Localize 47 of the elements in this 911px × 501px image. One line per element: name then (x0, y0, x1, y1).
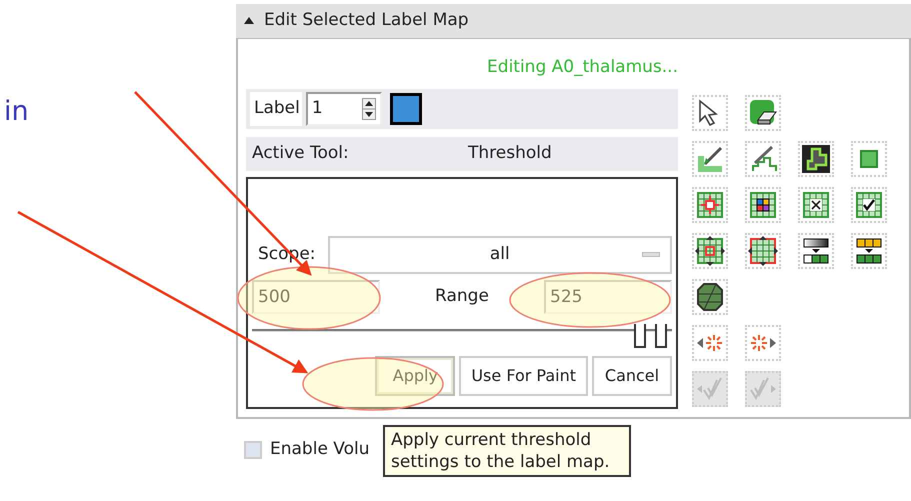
panel-title: Edit Selected Label Map (264, 9, 469, 32)
range-slider[interactable] (252, 324, 672, 348)
panel-header[interactable]: Edit Selected Label Map (236, 4, 911, 38)
color-swatch[interactable] (390, 93, 422, 125)
shape-outline-icon (801, 144, 831, 174)
label-caption: Label (250, 92, 302, 126)
color-grid-icon (748, 190, 778, 220)
octagon-volume-icon (695, 282, 725, 312)
scope-dropdown[interactable]: all (328, 236, 672, 274)
paintbrush-icon (695, 144, 725, 174)
gradient-bar-icon (801, 236, 831, 266)
range-max-field[interactable]: 525 (544, 280, 672, 314)
label-spinbox[interactable]: 1 (306, 92, 382, 126)
spin-arrows-icon[interactable] (362, 98, 376, 120)
tool-button[interactable] (851, 233, 887, 269)
tool-button[interactable] (851, 187, 887, 223)
checkbox[interactable] (244, 440, 262, 459)
tool-button[interactable] (798, 141, 834, 177)
checkbox-label: Enable Volu (270, 438, 370, 461)
slide-text: in (4, 95, 29, 129)
tool-button[interactable] (692, 95, 728, 131)
range-min-field[interactable]: 500 (252, 280, 380, 314)
tool-button[interactable] (745, 187, 781, 223)
active-tool-value: Threshold (468, 142, 552, 166)
action-button[interactable]: Apply (375, 356, 456, 396)
block-bar-icon (854, 236, 884, 266)
crosshair-grid-icon (695, 190, 725, 220)
x-grid-icon (801, 190, 831, 220)
status-text: Editing A0_thalamus... (486, 56, 678, 79)
tool-button[interactable] (692, 279, 728, 315)
action-button[interactable]: Cancel (592, 356, 672, 396)
check-grid-icon (854, 190, 884, 220)
collapse-icon[interactable] (244, 16, 254, 26)
tool-button[interactable] (745, 95, 781, 131)
active-tool-caption: Active Tool: (252, 142, 350, 166)
tool-button[interactable] (692, 233, 728, 269)
tool-button[interactable] (798, 233, 834, 269)
tooltip: Apply current threshold settings to the label map. (383, 425, 631, 477)
expand-grid-icon (695, 236, 725, 266)
range-caption: Range (434, 285, 490, 308)
slider-thumb[interactable] (654, 324, 666, 348)
tool-button[interactable] (692, 141, 728, 177)
slider-thumb[interactable] (634, 324, 646, 348)
tool-button[interactable] (745, 233, 781, 269)
action-button[interactable]: Use For Paint (459, 356, 588, 396)
tool-button[interactable] (798, 187, 834, 223)
shrink-grid-icon (748, 236, 778, 266)
